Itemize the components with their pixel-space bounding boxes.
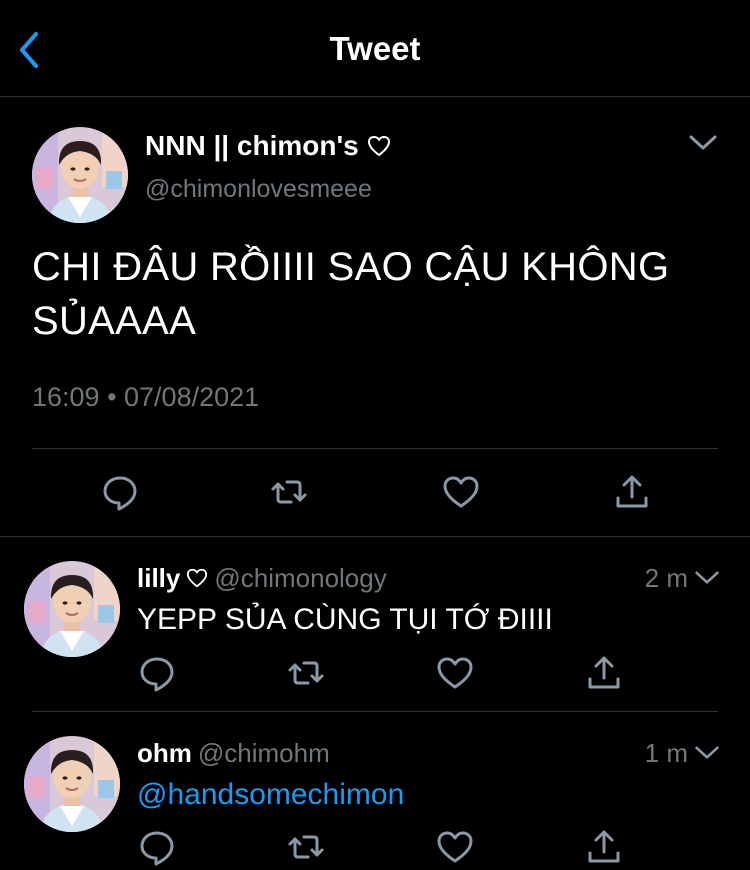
chevron-down-icon[interactable] — [688, 133, 718, 153]
chevron-down-icon[interactable] — [694, 744, 720, 762]
top-bar: Tweet — [0, 0, 750, 97]
heart-icon — [186, 567, 208, 589]
heart-icon[interactable] — [435, 653, 475, 693]
retweet-icon[interactable] — [286, 653, 326, 693]
tweet-timestamp: 16:09 • 07/08/2021 — [32, 382, 260, 412]
reply-text: YEPP SỦA CÙNG TỤI TỚ ĐIIII — [137, 603, 553, 636]
author-handle[interactable]: @chimonlovesmeee — [145, 175, 372, 204]
reply-icon[interactable] — [137, 827, 177, 867]
tweet-text: CHI ĐÂU RỒIIII SAO CẬU KHÔNG SỦAAAA — [32, 245, 670, 343]
reply-handle: @chimonology — [214, 563, 387, 593]
share-icon[interactable] — [584, 653, 624, 693]
reply-name: ohm — [137, 738, 192, 768]
mention-link[interactable]: @handsomechimon — [137, 778, 404, 812]
avatar[interactable] — [24, 736, 120, 832]
reply-time: 1 m — [644, 738, 688, 768]
retweet-icon[interactable] — [269, 472, 309, 512]
reply-handle: @chimohm — [197, 738, 330, 768]
reply-author[interactable]: ohm @chimohm — [137, 738, 330, 769]
heart-icon[interactable] — [435, 827, 475, 867]
reply-time: 2 m — [644, 563, 688, 593]
share-icon[interactable] — [584, 827, 624, 867]
divider — [32, 711, 718, 712]
reply-name: lilly — [137, 563, 181, 593]
chevron-down-icon[interactable] — [694, 569, 720, 587]
reply-author[interactable]: lilly @chimonology — [137, 563, 387, 594]
divider — [0, 536, 750, 537]
reply-icon[interactable] — [137, 653, 177, 693]
author-name[interactable]: NNN || chimon's — [145, 130, 391, 162]
avatar[interactable] — [24, 561, 120, 657]
heart-icon — [367, 134, 391, 158]
reply-icon[interactable] — [100, 472, 140, 512]
heart-icon[interactable] — [441, 472, 481, 512]
avatar[interactable] — [32, 127, 128, 223]
page-title: Tweet — [329, 30, 421, 67]
retweet-icon[interactable] — [286, 827, 326, 867]
divider — [32, 448, 718, 449]
share-icon[interactable] — [612, 472, 652, 512]
